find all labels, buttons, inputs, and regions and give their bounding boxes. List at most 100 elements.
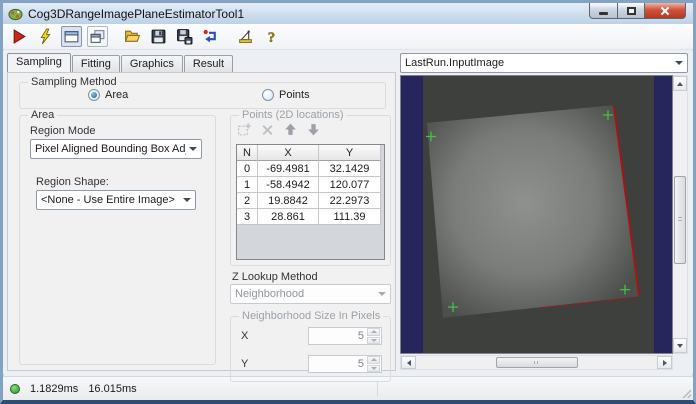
points-table-row[interactable]: 2 19.8842 22.2973 <box>237 193 384 209</box>
points-table-header: NXY <box>237 145 384 161</box>
chevron-down-icon <box>378 292 386 296</box>
status-indicator-icon <box>10 383 20 394</box>
open-button[interactable] <box>122 26 143 47</box>
minimize-icon <box>599 12 608 15</box>
x-size-spinner[interactable]: 5 <box>308 327 382 345</box>
main-toolbar: ? <box>3 24 693 50</box>
radio-area-icon <box>88 89 100 101</box>
maximize-button[interactable] <box>618 3 645 19</box>
points-table-row[interactable]: 0 -69.4981 32.1429 <box>237 161 384 177</box>
help-button[interactable]: ? <box>261 26 282 47</box>
region-shape-label: Region Shape: <box>36 176 109 188</box>
horizontal-scroll-thumb[interactable] <box>496 357 578 368</box>
vertical-scrollbar[interactable] <box>673 75 688 354</box>
lightning-icon <box>40 28 51 45</box>
arrow-down-icon <box>308 124 319 136</box>
plane-tool-button[interactable] <box>235 26 256 47</box>
reset-button[interactable] <box>200 26 221 47</box>
sampling-method-group-label: Sampling Method <box>28 76 120 88</box>
points-group-label: Points (2D locations) <box>239 109 347 121</box>
radio-points-icon <box>262 89 274 101</box>
spin-up-icon <box>370 358 377 362</box>
spin-down-icon <box>370 338 377 342</box>
points-group: Points (2D locations) N X Y 0 -69.4981 32.142… <box>230 109 391 266</box>
titlebar[interactable]: Cog3DRangeImagePlaneEstimatorTool1 <box>3 3 693 24</box>
chevron-down-icon <box>189 147 197 151</box>
y-size-value: 5 <box>357 358 364 370</box>
display-source-combobox[interactable]: LastRun.InputImage <box>400 53 688 73</box>
close-button[interactable] <box>645 3 686 19</box>
spin-up-icon <box>370 330 377 334</box>
thumb-grip <box>534 361 540 364</box>
vertical-scroll-thumb[interactable] <box>674 176 686 264</box>
points-table-row[interactable]: 1 -58.4942 120.077 <box>237 177 384 193</box>
z-lookup-combobox[interactable]: Neighborhood <box>230 284 391 304</box>
y-size-spinner[interactable]: 5 <box>308 355 382 373</box>
range-image-overlay <box>426 105 640 318</box>
thumb-grip <box>678 217 682 223</box>
radio-area[interactable]: Area <box>88 89 128 101</box>
region-mode-value: Pixel Aligned Bounding Box Adjust Mask <box>35 143 186 155</box>
tab-sampling[interactable]: Sampling <box>7 53 71 72</box>
radio-points[interactable]: Points <box>262 89 310 101</box>
horizontal-scrollbar[interactable] <box>400 355 673 370</box>
tabstrip: Sampling Fitting Graphics Result <box>7 53 234 72</box>
tab-graphics[interactable]: Graphics <box>120 55 183 72</box>
delete-point-button[interactable] <box>260 122 275 142</box>
maximize-icon <box>626 6 636 15</box>
tab-fitting[interactable]: Fitting <box>71 55 120 72</box>
scroll-left-button[interactable] <box>401 356 416 369</box>
y-spinner-buttons[interactable] <box>367 356 380 372</box>
points-table-row[interactable]: 3 28.861 111.39 <box>237 209 384 225</box>
neighborhood-size-group: Neighborhood Size In Pixels X 5 Y 5 <box>230 310 391 382</box>
scroll-down-icon <box>677 343 683 348</box>
image-viewport[interactable] <box>400 75 673 354</box>
area-group: Area Region Mode Pixel Aligned Bounding … <box>19 109 216 365</box>
neighborhood-size-group-label: Neighborhood Size In Pixels <box>239 310 384 322</box>
radio-points-label: Points <box>279 89 310 101</box>
app-window: Cog3DRangeImagePlaneEstimatorTool1 ? Sam… <box>0 0 696 404</box>
x-spinner-buttons[interactable] <box>367 328 380 344</box>
move-down-button[interactable] <box>306 122 321 142</box>
resize-grip[interactable] <box>680 387 691 398</box>
z-lookup-label: Z Lookup Method <box>232 271 318 283</box>
tab-result[interactable]: Result <box>183 55 234 72</box>
window-icon <box>64 31 79 43</box>
radio-area-label: Area <box>105 89 129 101</box>
delete-icon <box>262 125 273 136</box>
electric-run-button[interactable] <box>35 26 56 47</box>
floating-image-display-button[interactable] <box>87 26 108 47</box>
save-as-button[interactable] <box>174 26 195 47</box>
minimize-button[interactable] <box>589 3 618 19</box>
main-area: Sampling Fitting Graphics Result Samplin… <box>3 51 693 382</box>
reset-icon <box>203 29 216 43</box>
chevron-down-icon <box>675 61 683 65</box>
plane-tool-icon <box>239 30 252 43</box>
region-mode-label: Region Mode <box>30 125 96 137</box>
add-point-button[interactable] <box>237 122 252 142</box>
show-image-display-button[interactable] <box>61 26 82 47</box>
scroll-down-button[interactable] <box>673 338 687 353</box>
scroll-up-button[interactable] <box>673 76 687 91</box>
spin-down-icon <box>370 366 377 370</box>
run-icon <box>13 29 26 44</box>
y-size-label: Y <box>241 358 249 370</box>
execution-time: 1.1829ms <box>30 382 79 395</box>
points-toolbar <box>237 122 321 142</box>
arrow-up-icon <box>285 123 296 135</box>
scroll-right-button[interactable] <box>657 356 672 369</box>
close-icon <box>660 6 670 15</box>
region-shape-combobox[interactable]: <None - Use Entire Image> <box>36 190 196 210</box>
area-group-label: Area <box>28 109 58 121</box>
points-table[interactable]: N X Y 0 -69.4981 32.1429 1 -58.4942 120.077 2 19.8… <box>236 144 385 260</box>
x-size-label: X <box>241 330 249 342</box>
move-up-button[interactable] <box>283 122 298 142</box>
scrollbar-corner <box>673 355 688 370</box>
region-mode-combobox[interactable]: Pixel Aligned Bounding Box Adjust Mask <box>30 139 202 159</box>
run-button[interactable] <box>9 26 30 47</box>
help-glyph: ? <box>268 30 275 45</box>
help-icon: ? <box>268 30 276 45</box>
sampling-tabpage: Sampling Method Area Points Area Region … <box>7 72 396 382</box>
status-separator <box>376 381 378 396</box>
save-button[interactable] <box>148 26 169 47</box>
